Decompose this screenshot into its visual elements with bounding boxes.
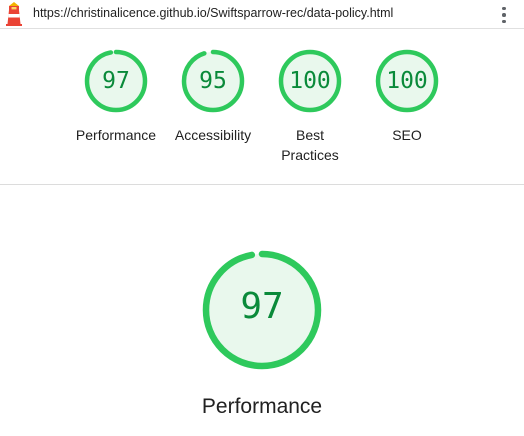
score-value: 95 [199, 68, 227, 94]
score-value: 100 [386, 68, 428, 94]
browser-bar: https://christinalicence.github.io/Swift… [0, 0, 524, 29]
performance-gauge-large: 97 [202, 250, 322, 370]
score-value: 100 [289, 68, 331, 94]
category-label: Performance [75, 127, 157, 143]
section-title: Performance [201, 395, 323, 418]
page-url[interactable]: https://christinalicence.github.io/Swift… [33, 6, 393, 20]
category-label: Accessibility [174, 127, 252, 143]
more-vert-icon[interactable] [496, 5, 512, 25]
score-value: 97 [240, 286, 284, 327]
lighthouse-icon [6, 2, 22, 26]
category-label: SEO [392, 127, 422, 143]
category-label: Best Practices [281, 127, 339, 163]
section-divider [0, 184, 524, 185]
score-value: 97 [102, 68, 130, 94]
